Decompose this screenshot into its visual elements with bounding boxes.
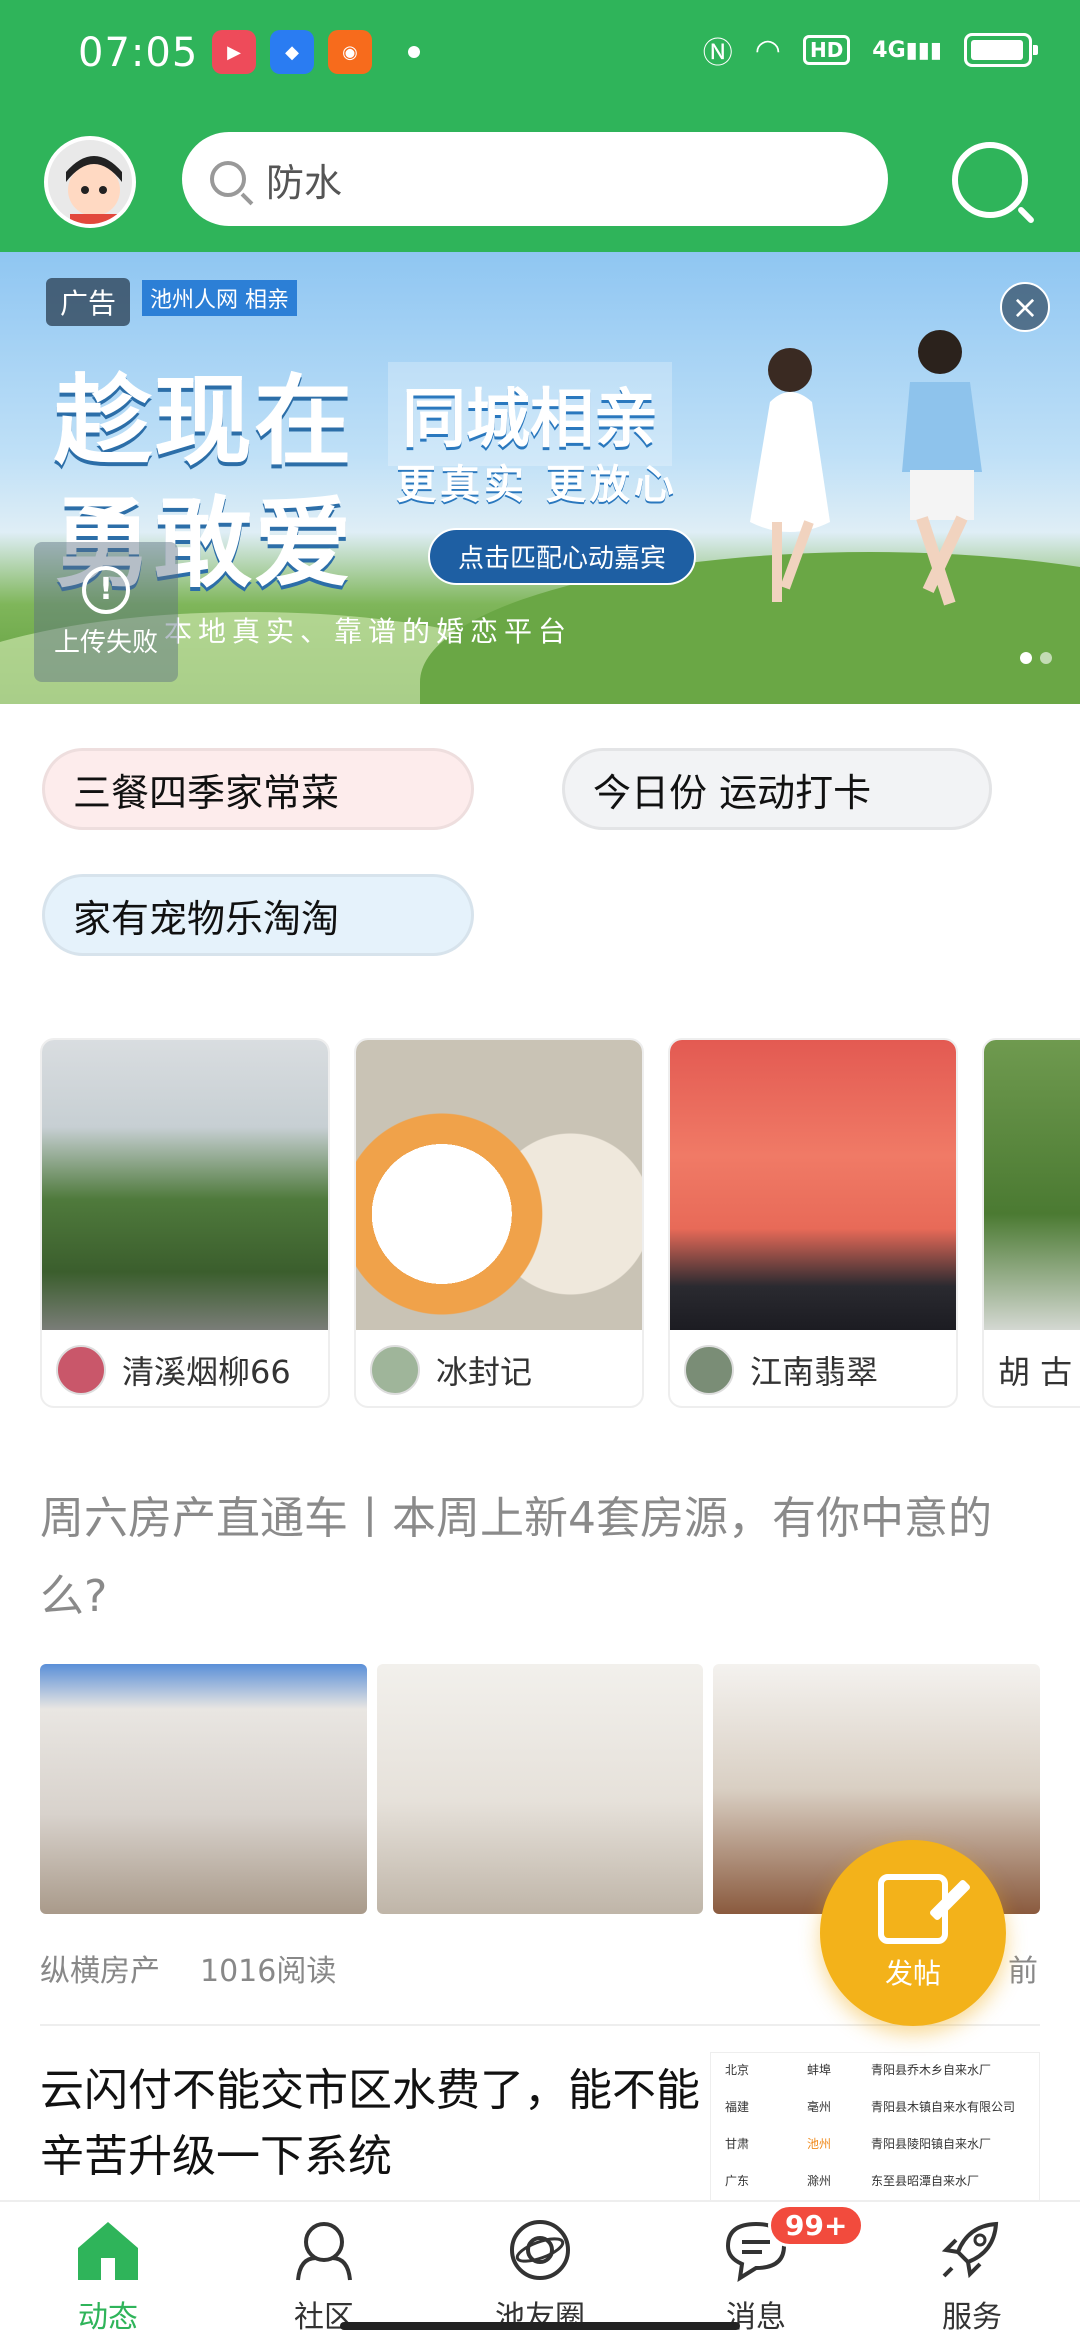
- close-ad-button[interactable]: ×: [1000, 282, 1050, 332]
- photo-card[interactable]: 江南翡翠: [668, 1038, 958, 1408]
- nav-item-home[interactable]: 动态: [0, 2202, 216, 2340]
- edit-icon: [878, 1874, 948, 1944]
- upload-fail-overlay[interactable]: ! 上传失败: [34, 542, 178, 682]
- breakfast-photo: [356, 1040, 642, 1330]
- thumb-text: 亳州: [807, 2100, 832, 2114]
- topic-chip[interactable]: 今日份 运动打卡: [562, 748, 992, 830]
- carousel-dots: [1020, 652, 1052, 664]
- thumb-text: 蚌埠: [807, 2063, 832, 2077]
- thumb-text: 滁州: [807, 2174, 832, 2188]
- battery-icon: [964, 33, 1038, 67]
- match-cta-button[interactable]: 点击匹配心动嘉宾: [428, 528, 697, 585]
- close-icon: ×: [1011, 288, 1039, 326]
- living-room-photo: [376, 1664, 704, 1914]
- topic-chip[interactable]: 家有宠物乐淘淘: [42, 874, 474, 956]
- sunset-photo: [670, 1040, 956, 1330]
- thumb-text: 广东: [725, 2174, 750, 2188]
- search-button[interactable]: [952, 142, 1028, 218]
- photo-card[interactable]: 冰封记: [354, 1038, 644, 1408]
- search-placeholder: 防水: [266, 160, 343, 205]
- nav-item-services[interactable]: 服务: [864, 2202, 1080, 2340]
- search-icon: [210, 161, 246, 197]
- post-label: 发帖: [884, 1957, 941, 1990]
- signal-icon: 4G▮▮▮: [872, 37, 942, 63]
- rocket-icon: [937, 2218, 1007, 2282]
- card-username: 清溪烟柳66: [122, 1353, 291, 1391]
- card-username: 冰封记: [436, 1353, 533, 1391]
- thumb-text: 青阳县陵阳镇自来水厂: [871, 2137, 992, 2151]
- photo-card[interactable]: 清溪烟柳66: [40, 1038, 330, 1408]
- ad-tag: 广告: [46, 278, 131, 326]
- alert-icon: !: [82, 565, 130, 614]
- banner-city-title: 同城相亲: [388, 362, 672, 466]
- user-avatar[interactable]: [44, 136, 136, 228]
- video-app-icon: ▶: [212, 30, 256, 74]
- photo-card-strip: 清溪烟柳66 冰封记 江南翡翠 胡 古: [40, 1038, 1080, 1408]
- avatar: [684, 1345, 734, 1395]
- status-bar: 07:05 ▶ ◆ ◉ Ⓝ ◠ HD 4G▮▮▮: [0, 0, 1080, 110]
- banner-tagline: 本地真实、靠谱的婚恋平台: [164, 615, 573, 648]
- hd-icon: HD: [802, 35, 851, 65]
- divider: [40, 2024, 1040, 2026]
- bottom-nav: 动态 社区 池友圈 消息 99+ 服务: [0, 2200, 1080, 2340]
- planet-icon: [505, 2218, 575, 2282]
- nav-item-community[interactable]: 社区: [216, 2202, 432, 2340]
- nav-label: 服务: [942, 2300, 1002, 2335]
- banner-city-sub: 更真实 更放心: [396, 462, 678, 508]
- park-photo: [42, 1040, 328, 1330]
- community-icon: [289, 2218, 359, 2282]
- nav-item-messages[interactable]: 消息 99+: [648, 2202, 865, 2340]
- article-title[interactable]: 周六房产直通车丨本周上新4套房源，有你中意的么?: [40, 1480, 1040, 1636]
- post-button[interactable]: 发帖: [820, 1840, 1006, 2026]
- browser-app-icon: ◆: [270, 30, 314, 74]
- top-header: 07:05 ▶ ◆ ◉ Ⓝ ◠ HD 4G▮▮▮ 防水: [0, 0, 1080, 252]
- home-icon: [73, 2218, 143, 2282]
- article-title[interactable]: 云闪付不能交市区水费了，能不能辛苦升级一下系统: [40, 2058, 700, 2190]
- status-time: 07:05: [78, 30, 199, 76]
- thumb-text: 福建: [725, 2100, 750, 2114]
- card-username: 胡 古: [998, 1353, 1073, 1391]
- card-username: 江南翡翠: [750, 1353, 879, 1391]
- thumb-text: 甘肃: [725, 2137, 750, 2151]
- thumb-text: 池州: [807, 2137, 832, 2151]
- thumb-text: 东至县昭潭自来水厂: [871, 2174, 980, 2188]
- article-source: 纵横房产: [40, 1954, 160, 1989]
- search-input[interactable]: 防水: [182, 132, 888, 226]
- living-room-photo: [40, 1664, 367, 1914]
- wifi-icon: ◠: [754, 32, 781, 68]
- article-thumbnail[interactable]: 北京 福建 甘肃 广东 蚌埠 亳州 池州 滁州 青阳县乔木乡自来水厂 青阳县木镇…: [710, 2052, 1040, 2202]
- upload-fail-label: 上传失败: [53, 627, 158, 658]
- tree-photo: [984, 1040, 1080, 1330]
- banner-headline-1: 趁现在: [54, 365, 355, 479]
- photo-card[interactable]: 胡 古: [982, 1038, 1080, 1408]
- avatar: [56, 1345, 106, 1395]
- nav-label: 动态: [78, 2300, 138, 2335]
- couple-illustration: [720, 322, 1040, 686]
- thumb-text: 青阳县木镇自来水有限公司: [871, 2100, 1016, 2114]
- unread-badge: 99+: [768, 2204, 865, 2247]
- article-time: 前: [1008, 1954, 1038, 1989]
- thumb-text: 青阳县乔木乡自来水厂: [871, 2063, 992, 2077]
- nav-item-circle[interactable]: 池友圈: [432, 2202, 648, 2340]
- ad-banner[interactable]: 广告 池州人网 相亲 × 趁现在 勇敢爱 同城相亲 更真实 更放心 点击匹配心动…: [0, 252, 1080, 704]
- banner-brand: 池州人网 相亲: [142, 280, 297, 316]
- topic-chip[interactable]: 三餐四季家常菜: [42, 748, 474, 830]
- notification-dot: [408, 46, 420, 58]
- avatar: [370, 1345, 420, 1395]
- home-indicator[interactable]: [340, 2322, 740, 2330]
- shop-app-icon: ◉: [328, 30, 372, 74]
- article-reads: 1016阅读: [200, 1954, 337, 1989]
- thumb-text: 北京: [725, 2063, 750, 2077]
- network-type: 4G: [872, 37, 906, 63]
- nfc-icon: Ⓝ: [702, 36, 733, 71]
